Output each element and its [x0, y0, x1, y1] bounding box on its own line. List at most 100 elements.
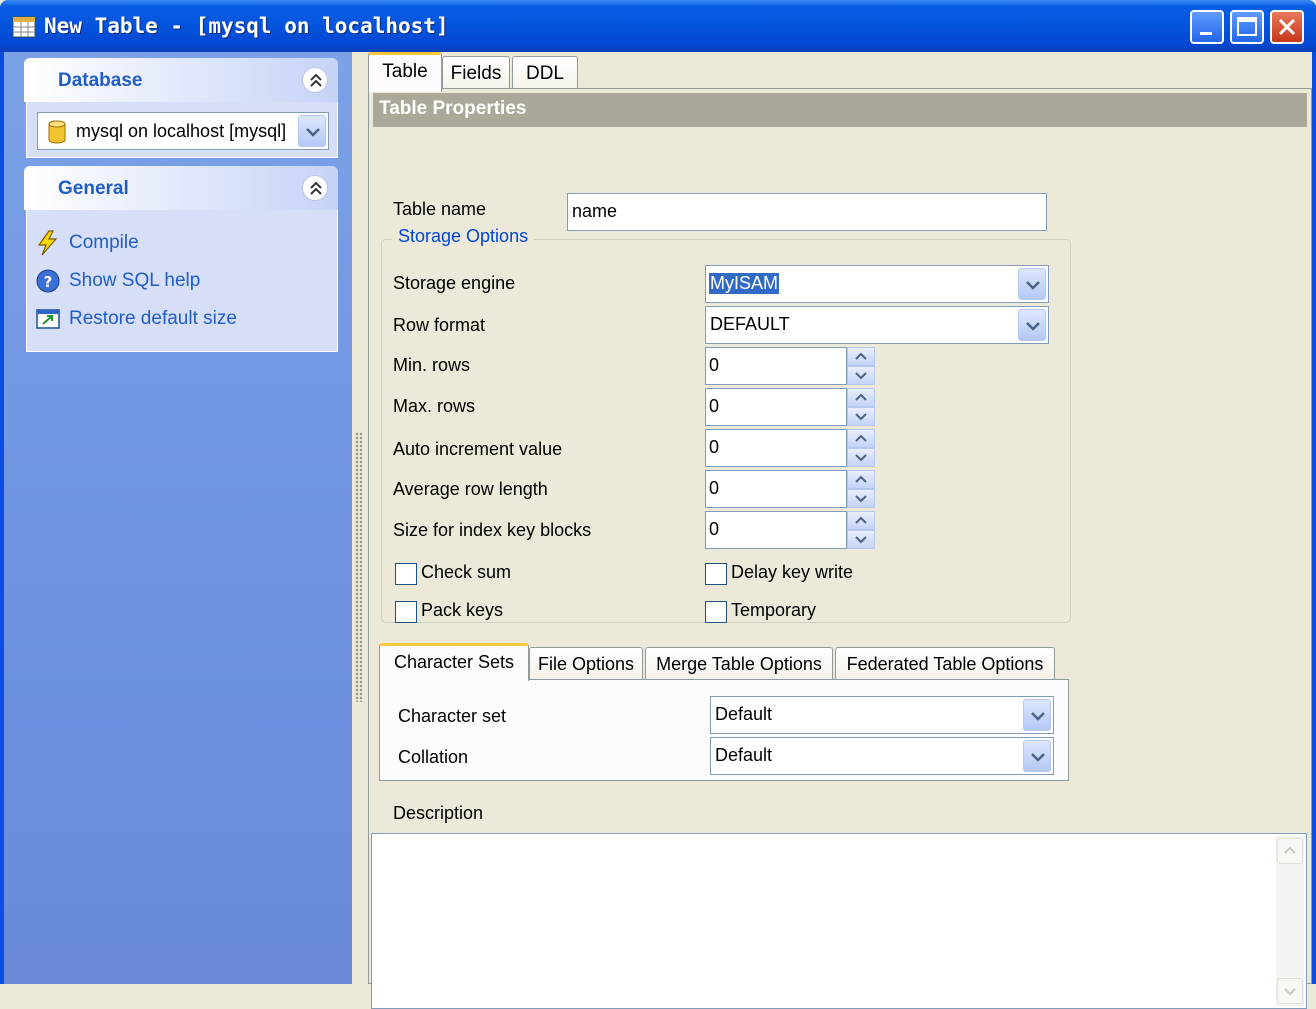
spin-up-button[interactable] [847, 388, 875, 407]
chevron-down-icon [1284, 988, 1296, 996]
collation-select[interactable]: Default [710, 737, 1054, 775]
check-sum-label: Check sum [421, 562, 512, 582]
min-rows-spinner[interactable]: 0 [705, 347, 875, 385]
pack-keys-label: Pack keys [421, 600, 504, 620]
help-icon: ? [36, 269, 60, 293]
character-set-dropdown-button[interactable] [1023, 699, 1051, 731]
auto-increment-spinner[interactable]: 0 [705, 429, 875, 467]
average-row-length-spinner[interactable]: 0 [705, 470, 875, 508]
character-set-select[interactable]: Default [710, 696, 1054, 734]
window-frame-right [1312, 52, 1316, 984]
chevron-down-icon [855, 372, 867, 380]
chevron-down-icon [1031, 753, 1045, 762]
main-content: Table Fields DDL Table Properties Table … [366, 52, 1312, 1009]
table-properties-panel: Table Properties Table name name Storage… [368, 88, 1312, 1009]
description-scrollbar[interactable] [1276, 836, 1304, 1006]
database-dropdown-button[interactable] [298, 115, 326, 147]
storage-engine-dropdown-button[interactable] [1018, 268, 1046, 300]
spin-up-button[interactable] [847, 511, 875, 530]
auto-increment-label: Auto increment value [393, 439, 563, 459]
spin-up-button[interactable] [847, 470, 875, 489]
table-properties-header: Table Properties [373, 93, 1307, 127]
splitter[interactable] [352, 52, 366, 984]
description-textarea[interactable] [371, 833, 1307, 1009]
subtab-merge-table-options[interactable]: Merge Table Options [645, 647, 833, 681]
chevron-up-icon [855, 393, 867, 401]
character-set-value: Default [715, 704, 773, 724]
pack-keys-checkbox[interactable] [395, 601, 417, 623]
collapse-database-button[interactable] [302, 67, 328, 93]
subtab-file-options[interactable]: File Options [529, 647, 643, 681]
collation-label: Collation [398, 747, 469, 767]
chevron-up-double-icon [310, 181, 322, 195]
row-format-label: Row format [393, 315, 486, 335]
temporary-checkbox[interactable] [705, 601, 727, 623]
close-button[interactable] [1270, 10, 1304, 44]
storage-options-title: Storage Options [392, 226, 535, 247]
database-panel-body: mysql on localhost [mysql] [26, 102, 338, 158]
window-title: New Table - [mysql on localhost] [44, 14, 449, 38]
database-panel-header[interactable]: Database [24, 58, 338, 102]
tab-table[interactable]: Table [368, 52, 442, 92]
chevron-down-icon [1026, 281, 1040, 290]
chevron-down-icon [1026, 322, 1040, 331]
splitter-grip[interactable] [355, 432, 363, 702]
average-row-length-input[interactable]: 0 [705, 470, 847, 508]
storage-engine-select[interactable]: MyISAM [705, 265, 1049, 303]
table-icon [12, 16, 36, 38]
delay-key-write-checkbox[interactable] [705, 563, 727, 585]
index-key-blocks-input[interactable]: 0 [705, 511, 847, 549]
collation-dropdown-button[interactable] [1023, 740, 1051, 772]
row-format-dropdown-button[interactable] [1018, 309, 1046, 341]
minimize-button[interactable] [1190, 10, 1224, 44]
spin-down-button[interactable] [847, 407, 875, 426]
max-rows-input[interactable]: 0 [705, 388, 847, 426]
collapse-general-button[interactable] [302, 175, 328, 201]
general-panel-title: General [58, 178, 129, 199]
temporary-label: Temporary [731, 600, 817, 620]
row-format-value: DEFAULT [710, 314, 790, 334]
min-rows-label: Min. rows [393, 355, 471, 375]
spin-down-button[interactable] [847, 489, 875, 508]
scroll-down-button[interactable] [1277, 978, 1303, 1004]
storage-engine-value: MyISAM [709, 273, 780, 294]
max-rows-label: Max. rows [393, 396, 476, 416]
chevron-up-icon [855, 352, 867, 360]
database-icon [48, 120, 66, 144]
general-panel-body: Compile ? Show SQL help Restore default … [26, 210, 338, 352]
title-bar[interactable]: New Table - [mysql on localhost] [0, 0, 1316, 52]
chevron-up-icon [855, 475, 867, 483]
spin-down-button[interactable] [847, 448, 875, 467]
sidebar: Database mysql on localhost [mysql] Gene… [4, 52, 352, 984]
maximize-button[interactable] [1230, 10, 1264, 44]
spin-up-button[interactable] [847, 429, 875, 448]
chevron-down-icon [1031, 712, 1045, 721]
spin-down-button[interactable] [847, 530, 875, 549]
chevron-up-icon [1284, 846, 1296, 854]
maximize-icon [1237, 17, 1257, 36]
database-select[interactable]: mysql on localhost [mysql] [37, 112, 329, 150]
chevron-up-icon [855, 516, 867, 524]
close-icon [1278, 18, 1296, 36]
average-row-length-label: Average row length [393, 479, 548, 499]
tab-ddl[interactable]: DDL [512, 56, 578, 92]
subtab-character-sets[interactable]: Character Sets [379, 643, 529, 681]
min-rows-input[interactable]: 0 [705, 347, 847, 385]
character-sets-panel: Character set Default Collation Default [379, 679, 1069, 781]
index-key-blocks-spinner[interactable]: 0 [705, 511, 875, 549]
row-format-select[interactable]: DEFAULT [705, 306, 1049, 344]
spin-up-button[interactable] [847, 347, 875, 366]
subtab-federated-table-options[interactable]: Federated Table Options [835, 647, 1055, 681]
spin-down-button[interactable] [847, 366, 875, 385]
tab-fields[interactable]: Fields [442, 56, 510, 92]
character-set-label: Character set [398, 706, 507, 726]
general-panel-header[interactable]: General [24, 166, 338, 210]
table-name-input[interactable]: name [567, 193, 1047, 231]
chevron-down-icon [855, 495, 867, 503]
minimize-icon [1200, 32, 1212, 35]
max-rows-spinner[interactable]: 0 [705, 388, 875, 426]
chevron-down-icon [855, 536, 867, 544]
scroll-up-button[interactable] [1277, 838, 1303, 864]
check-sum-checkbox[interactable] [395, 563, 417, 585]
auto-increment-input[interactable]: 0 [705, 429, 847, 467]
